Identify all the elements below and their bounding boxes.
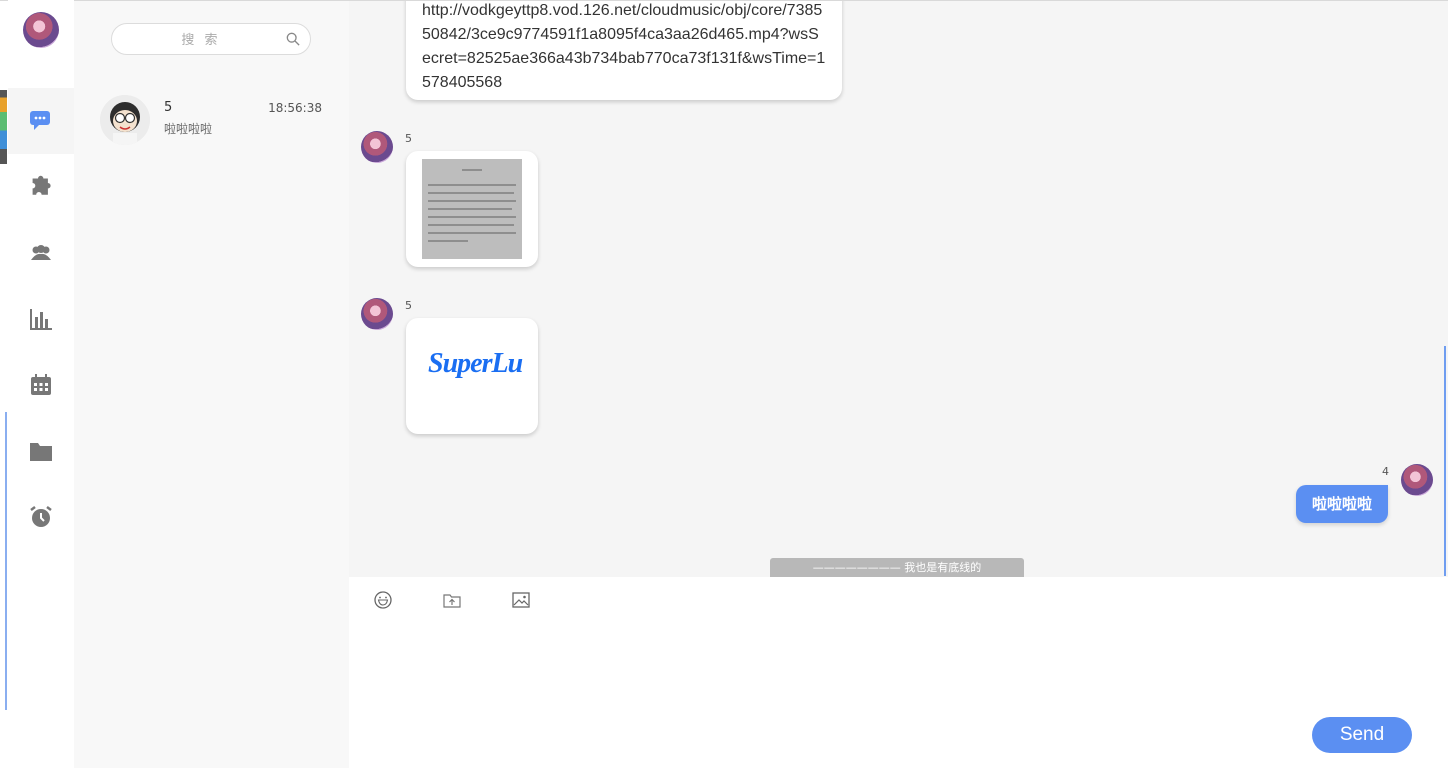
document-photo-image[interactable] bbox=[422, 159, 522, 259]
nav-chat[interactable] bbox=[29, 108, 53, 132]
nav-files[interactable] bbox=[29, 439, 53, 463]
message-bubble-image[interactable]: SuperLu bbox=[406, 318, 538, 434]
message-bubble-image[interactable] bbox=[406, 151, 538, 267]
last-message-preview: 啦啦啦啦 bbox=[164, 122, 213, 136]
emoji-icon bbox=[374, 591, 392, 609]
send-button[interactable]: Send bbox=[1312, 717, 1412, 753]
emoji-button[interactable] bbox=[373, 590, 393, 610]
image-icon bbox=[512, 592, 530, 608]
folder-icon bbox=[30, 443, 52, 461]
conversation-list: 5 18:56:38 啦啦啦啦 bbox=[74, 1, 350, 768]
nav-statistics[interactable] bbox=[29, 307, 53, 331]
my-avatar[interactable] bbox=[1401, 464, 1433, 496]
rail-scroll-accent bbox=[5, 412, 7, 710]
file-upload-button[interactable] bbox=[442, 590, 462, 610]
sender-name: 5 bbox=[405, 132, 412, 145]
rail-side-indicator bbox=[0, 90, 7, 164]
nav-discover[interactable] bbox=[29, 174, 53, 198]
message-composer: Send bbox=[349, 577, 1448, 768]
file-upload-icon bbox=[443, 594, 461, 608]
bar-chart-icon bbox=[30, 309, 52, 330]
sender-avatar[interactable] bbox=[361, 131, 393, 163]
nav-calendar[interactable] bbox=[29, 373, 53, 397]
conversation-time: 18:56:38 bbox=[268, 101, 322, 115]
message-scrollbar[interactable] bbox=[1444, 346, 1446, 576]
puzzle-icon bbox=[32, 175, 51, 195]
message-area[interactable]: http://vodkgeyttp8.vod.126.net/cloudmusi… bbox=[349, 1, 1448, 577]
search-input[interactable] bbox=[126, 30, 276, 50]
alarm-clock-icon bbox=[30, 506, 52, 527]
sender-name: 5 bbox=[405, 299, 412, 312]
nav-contacts[interactable] bbox=[29, 241, 53, 265]
contact-avatar bbox=[100, 95, 150, 145]
user-avatar[interactable] bbox=[23, 12, 59, 48]
end-of-history-notice: ———————— 我也是有底线的 ———————— bbox=[770, 558, 1024, 577]
group-icon bbox=[31, 245, 51, 260]
chat-icon bbox=[30, 111, 50, 130]
search-icon[interactable] bbox=[286, 32, 300, 46]
my-message-bubble[interactable]: 啦啦啦啦 bbox=[1295, 485, 1388, 523]
sender-avatar[interactable] bbox=[361, 298, 393, 330]
search-box[interactable] bbox=[111, 23, 311, 55]
sidebar-rail bbox=[8, 0, 74, 768]
nav-alarm[interactable] bbox=[29, 505, 53, 529]
conversation-item[interactable]: 5 18:56:38 啦啦啦啦 bbox=[74, 89, 350, 153]
message-input[interactable] bbox=[369, 621, 1429, 741]
image-upload-button[interactable] bbox=[511, 590, 531, 610]
calendar-icon bbox=[31, 374, 51, 395]
superlu-logo-image[interactable]: SuperLu bbox=[428, 348, 528, 380]
contact-name: 5 bbox=[164, 100, 173, 115]
sender-name: 4 bbox=[1382, 465, 1389, 478]
message-bubble-link[interactable]: http://vodkgeyttp8.vod.126.net/cloudmusi… bbox=[406, 1, 842, 100]
